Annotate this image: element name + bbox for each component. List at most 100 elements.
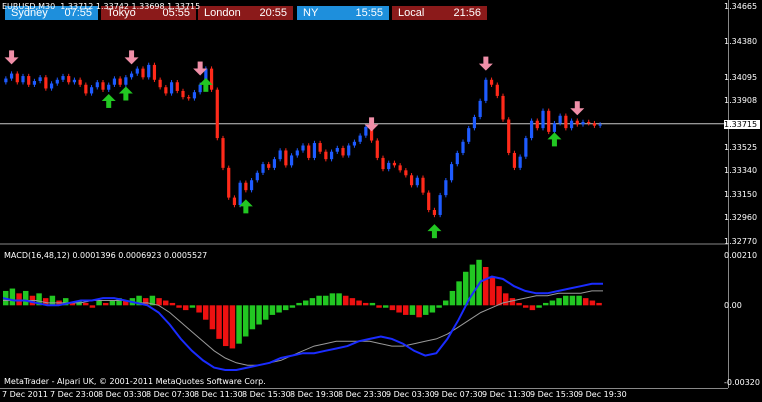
candle-body [347, 145, 351, 156]
candle-body [289, 155, 294, 166]
candle-body [461, 141, 465, 153]
candle-body [467, 128, 471, 142]
macd-histogram-bar [163, 300, 169, 306]
macd-histogram-bar [156, 298, 162, 306]
macd-histogram-bar [223, 305, 229, 347]
candle-body [312, 143, 317, 158]
trading-chart[interactable] [0, 0, 762, 402]
price-tick: 1.32770 [724, 237, 758, 246]
macd-histogram-bar [89, 305, 96, 308]
candle-body [364, 126, 368, 136]
macd-tick: 0.00 [724, 301, 742, 311]
candle-body [489, 79, 494, 85]
candle-body [352, 141, 357, 146]
macd-histogram-bar [203, 305, 209, 320]
candle-body [15, 73, 19, 83]
copyright-text: MetaTrader - Alpari UK, © 2001-2011 Meta… [4, 377, 266, 386]
candle-body [404, 170, 408, 176]
macd-histogram-bar [109, 300, 116, 306]
candle-body [592, 123, 597, 126]
time-tick: 9 Dec 07:30 [434, 390, 483, 399]
candle-body [164, 87, 168, 94]
time-tick: 9 Dec 11:30 [482, 390, 531, 399]
candle-body [421, 177, 425, 193]
macd-histogram-bar [349, 298, 356, 306]
candle-body [232, 197, 237, 206]
candle-body [472, 116, 477, 129]
candle-body [324, 151, 328, 160]
macd-histogram-bar [396, 305, 402, 313]
time-tick: 8 Dec 11:30 [194, 390, 243, 399]
session-time: 21:56 [453, 7, 481, 19]
session-name: Local [398, 7, 425, 19]
candle-body [141, 68, 145, 78]
candle-body [61, 76, 65, 80]
candle-body [135, 68, 139, 74]
macd-histogram-bar [336, 293, 342, 306]
candle-body [512, 152, 517, 168]
candle-body [4, 78, 8, 83]
time-tick: 8 Dec 07:30 [146, 390, 195, 399]
candle-body [529, 120, 534, 139]
candle-body [55, 79, 59, 84]
macd-histogram-bar [183, 305, 189, 311]
price-tick: 1.34095 [724, 72, 758, 82]
candle-body [198, 84, 202, 93]
macd-histogram-bar [389, 305, 396, 311]
candle-body [284, 150, 288, 166]
time-tick: 8 Dec 03:30 [98, 390, 147, 399]
candle-body [21, 76, 25, 83]
macd-label: MACD(16,48,12) 0.0001396 0.0006923 0.000… [4, 251, 208, 260]
macd-histogram-bar [549, 300, 556, 306]
macd-histogram-bar [9, 288, 16, 306]
macd-histogram-bar [176, 305, 182, 308]
candle-body [507, 119, 511, 153]
macd-histogram-bar [329, 293, 336, 306]
time-tick: 8 Dec 19:30 [290, 390, 339, 399]
candle-body [112, 78, 117, 85]
candle-body [244, 182, 248, 191]
candle-body [392, 162, 397, 166]
candle-body [438, 195, 442, 215]
candle-body [381, 157, 385, 170]
candle-body [375, 140, 379, 158]
candle-body [267, 164, 271, 168]
candle-body [27, 76, 31, 85]
session-time: 20:55 [259, 7, 287, 19]
candle-body [301, 145, 305, 151]
candle-body [78, 79, 82, 85]
macd-histogram-bar [543, 302, 549, 306]
candle-body [387, 162, 391, 170]
candle-body [278, 150, 282, 160]
candle-body [329, 151, 334, 160]
candle-body [598, 124, 602, 126]
macd-tick: -0.00320 [724, 378, 760, 387]
session-name: NY [303, 7, 319, 19]
macd-tick: 0.00210 [724, 251, 758, 260]
candle-body [118, 78, 122, 85]
candle-body [9, 73, 14, 79]
candle-body [261, 164, 265, 173]
candle-body [558, 115, 562, 124]
candle-body [158, 79, 162, 88]
candle-body [227, 167, 231, 198]
time-tick: 8 Dec 23:30 [338, 390, 387, 399]
macd-histogram-bar [563, 295, 569, 306]
macd-histogram-bar [23, 290, 29, 306]
candle-body [249, 180, 254, 191]
time-tick: 7 Dec 23:00 [50, 390, 99, 399]
candle-body [272, 159, 277, 168]
macd-histogram-bar [103, 302, 109, 306]
price-tick: 1.33340 [724, 166, 758, 176]
macd-histogram-bar [489, 276, 496, 306]
time-tick: 7 Dec 2011 [2, 390, 49, 399]
candle-body [32, 81, 37, 85]
candle-body [255, 172, 259, 181]
macd-histogram-bar [376, 305, 382, 308]
macd-histogram-bar [276, 305, 282, 313]
candle-body [295, 150, 299, 156]
price-tick: 1.33525 [724, 143, 758, 153]
candle-body [455, 152, 459, 165]
macd-histogram-bar [529, 305, 536, 311]
macd-histogram-bar [216, 305, 222, 339]
